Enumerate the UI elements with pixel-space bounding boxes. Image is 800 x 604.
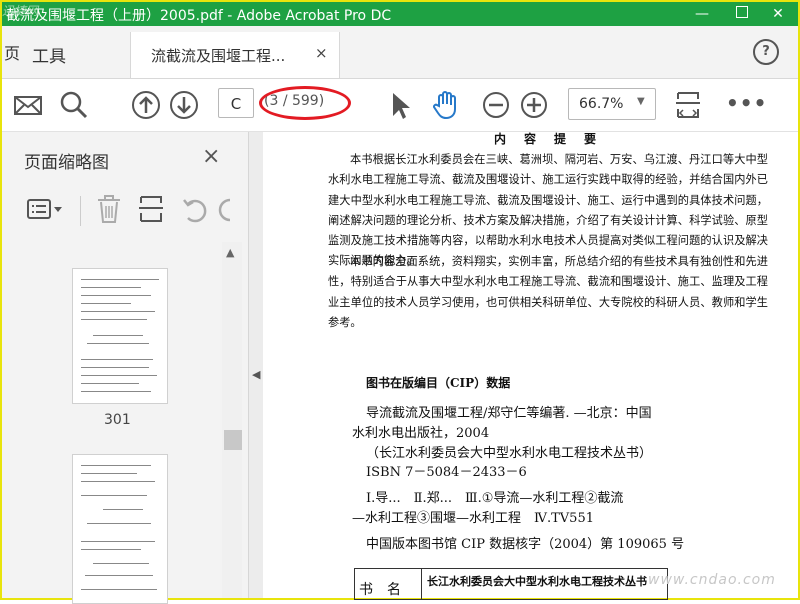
help-button[interactable]: ? — [753, 39, 779, 65]
doc-table-row: 书 名 长江水利委员会大中型水利水电工程技术丛书 — [354, 568, 668, 600]
tab-tools[interactable]: 工具 — [32, 42, 66, 67]
pointer-icon[interactable] — [384, 89, 416, 121]
tab-document-label: 流截流及围堰工程... — [151, 47, 286, 65]
table-divider — [421, 569, 422, 599]
cip-line: —水利工程③围堰—水利工程 Ⅳ.TV551 — [352, 511, 594, 526]
toolbar: C (3 / 599) 66.7% ▼ ••• — [2, 79, 798, 132]
scroll-up-icon[interactable]: ▲ — [226, 246, 234, 259]
table-cell: 长江水利委员会大中型水利水电工程技术丛书 — [427, 575, 647, 588]
arrow-up-circle-icon[interactable] — [130, 89, 162, 121]
doc-paragraph: 本书内容全面系统，资料翔实，实例丰富，所总结介绍的有些技术具有独创性和先进性，特… — [328, 255, 768, 329]
window-title: 截流及围堰工程（上册）2005.pdf - Adobe Acrobat Pro … — [6, 8, 392, 24]
zoom-out-icon[interactable] — [480, 89, 512, 121]
zoom-in-icon[interactable] — [518, 89, 550, 121]
panel-title: 页面缩略图 — [24, 153, 109, 173]
tab-document[interactable]: 流截流及围堰工程... × — [130, 32, 340, 78]
thumbnail-scrollbar[interactable] — [222, 242, 242, 598]
chevron-down-icon: ▼ — [637, 96, 645, 107]
scrollbar-thumb[interactable] — [224, 430, 242, 450]
panel-collapse-handle[interactable]: ◀ — [249, 132, 263, 598]
zoom-select[interactable]: 66.7% ▼ — [568, 88, 656, 120]
mail-icon[interactable] — [12, 89, 44, 121]
cip-line: 导流截流及围堰工程/郑守仁等编著. —北京：中国 — [366, 406, 652, 421]
tab-home-stub[interactable]: 页 — [4, 40, 20, 64]
undo-icon[interactable] — [180, 194, 208, 224]
watermark: www.cndao.com — [648, 572, 776, 588]
arrow-down-circle-icon[interactable] — [168, 89, 200, 121]
redo-icon[interactable] — [218, 194, 232, 224]
cip-line: 水利水电出版社，2004 — [352, 426, 490, 441]
search-icon[interactable] — [58, 89, 90, 121]
cip-line: （长江水利委员会大中型水利水电工程技术丛书） — [366, 446, 653, 461]
zoom-value: 66.7% — [579, 96, 624, 112]
thumbnail-panel: 页面缩略图 × ▲ 301 — [2, 132, 249, 604]
doc-heading: 内容提要 — [494, 132, 615, 146]
table-cell: 书 名 — [359, 582, 401, 598]
page-thumbnail[interactable] — [72, 268, 168, 404]
title-bar: 迅捷网 截流及围堰工程（上册）2005.pdf - Adobe Acrobat … — [2, 2, 798, 26]
fit-page-icon[interactable] — [672, 89, 704, 121]
separator — [80, 196, 81, 226]
tab-close-button[interactable]: × — [315, 44, 328, 62]
page-number-input[interactable]: C — [218, 88, 254, 118]
cip-title: 图书在版编目（CIP）数据 — [366, 376, 511, 390]
page-thumbnail[interactable] — [72, 454, 168, 604]
delete-icon[interactable] — [94, 194, 124, 224]
thumbnail-page-number: 301 — [104, 412, 131, 428]
cip-line: Ⅰ.导... Ⅱ.郑... Ⅲ.①导流—水利工程②截流 — [366, 491, 624, 506]
panel-toolbar — [22, 194, 246, 228]
minimize-button[interactable]: — — [682, 2, 722, 26]
close-window-button[interactable]: ✕ — [758, 2, 798, 26]
maximize-button[interactable] — [722, 2, 762, 26]
panel-close-button[interactable]: × — [202, 144, 220, 169]
annotation-ellipse — [259, 86, 351, 120]
options-icon[interactable] — [26, 194, 66, 224]
tab-bar: 页 工具 流截流及围堰工程... × ? — [2, 26, 798, 79]
chevron-left-icon: ◀ — [252, 368, 261, 381]
extract-icon[interactable] — [136, 194, 166, 224]
cip-line: ISBN 7－5084－2433－6 — [366, 465, 527, 480]
maximize-icon — [736, 6, 748, 18]
cip-line: 中国版本图书馆 CIP 数据核字（2004）第 109065 号 — [366, 537, 685, 552]
more-icon[interactable]: ••• — [726, 91, 767, 115]
hand-icon[interactable] — [430, 89, 462, 121]
